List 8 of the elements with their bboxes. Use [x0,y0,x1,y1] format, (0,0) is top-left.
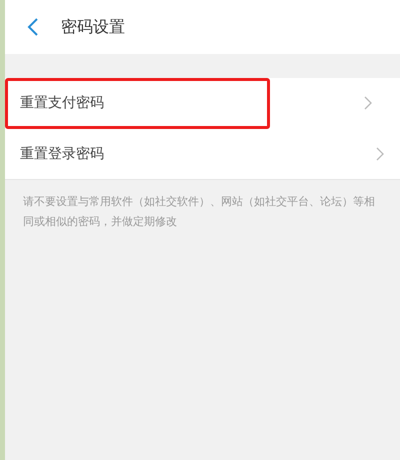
password-note: 请不要设置与常用软件（如社交软件）、网站（如社交平台、论坛）等相同或相似的密码，并做定期修改 [22,194,376,230]
item-label: 重置登录密码 [20,144,104,164]
chevron-icon [376,147,384,161]
settings-item[interactable]: 重置支付密码 [5,78,270,129]
chevron-icon [364,96,372,110]
page-title: 密码设置 [61,16,125,38]
item-label: 重置支付密码 [20,94,104,112]
settings-item[interactable]: 重置登录密码 [5,129,400,180]
